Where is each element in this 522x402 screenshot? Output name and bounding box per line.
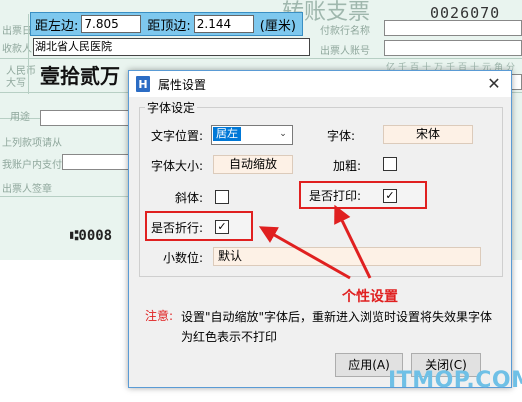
account-field[interactable] (62, 154, 130, 170)
italic-checkbox[interactable] (215, 190, 229, 204)
text-position-label: 文字位置: (151, 129, 204, 143)
property-settings-dialog: H 属性设置 ✕ 字体设定 文字位置: 居左 ⌄ 字体: 宋体 字体大小: 自动… (128, 70, 512, 388)
print-label: 是否打印: (309, 189, 362, 203)
bold-checkbox[interactable] (383, 157, 397, 171)
bank-name-label: 付款行名称 (320, 26, 370, 37)
chevron-down-icon[interactable]: ⌄ (276, 127, 290, 141)
close-icon[interactable]: ✕ (485, 74, 503, 93)
text-position-select[interactable]: 居左 ⌄ (211, 125, 293, 145)
left-margin-label: 距左边: (35, 18, 79, 34)
purpose-field[interactable] (40, 110, 130, 126)
font-label: 字体: (327, 129, 356, 143)
dialog-titlebar[interactable]: H 属性设置 ✕ (129, 71, 511, 97)
watermark: ITMOP.COM (388, 368, 522, 393)
payee-field[interactable]: 湖北省人民医院 (33, 38, 310, 56)
drawer-account-field[interactable] (384, 40, 522, 56)
top-margin-label: 距顶边: (147, 18, 191, 34)
note-label: 注意: (145, 309, 174, 323)
wrap-label: 是否折行: (151, 221, 204, 235)
divider (0, 196, 130, 197)
dialog-title: 属性设置 (158, 77, 207, 92)
italic-label: 斜体: (175, 191, 204, 205)
above-amount-label: 上列款项请从 (2, 138, 62, 149)
amount-words: 壹拾贰万 (40, 64, 120, 88)
bank-name-field[interactable] (384, 20, 522, 36)
purpose-label: 用途 (10, 112, 30, 123)
rmb-upper-label: 大写 (6, 78, 26, 89)
margin-toolbar: 距左边: 7.805 距顶边: 2.144 (厘米) (30, 12, 303, 36)
print-checkbox[interactable]: ✓ (383, 189, 397, 203)
top-margin-input[interactable]: 2.144 (193, 15, 254, 33)
account-label: 我账户内支付 (2, 160, 62, 171)
divider (28, 14, 29, 94)
bold-label: 加粗: (333, 159, 362, 173)
font-settings-group-title: 字体设定 (145, 99, 198, 116)
font-field[interactable]: 宋体 (383, 125, 473, 144)
font-size-field[interactable]: 自动缩放 (213, 155, 293, 174)
text-position-value: 居左 (213, 127, 241, 141)
app-icon: H (136, 76, 150, 92)
left-margin-input[interactable]: 7.805 (81, 15, 142, 33)
decimal-field[interactable]: 默认 (213, 247, 481, 266)
wrap-checkbox[interactable]: ✓ (215, 220, 229, 234)
drawer-account-label: 出票人账号 (320, 46, 370, 57)
callout-text: 个性设置 (342, 289, 398, 305)
unit-label: (厘米) (259, 18, 296, 34)
divider (0, 58, 522, 59)
decimal-label: 小数位: (163, 251, 204, 265)
font-size-label: 字体大小: (151, 159, 204, 173)
note-text: 设置"自动缩放"字体后，重新进入浏览时设置将失效果字体为红色表示不打印 (181, 310, 493, 344)
micr-code: ⑆0008 (70, 228, 113, 244)
drawer-sign-label: 出票人签章 (2, 184, 52, 195)
